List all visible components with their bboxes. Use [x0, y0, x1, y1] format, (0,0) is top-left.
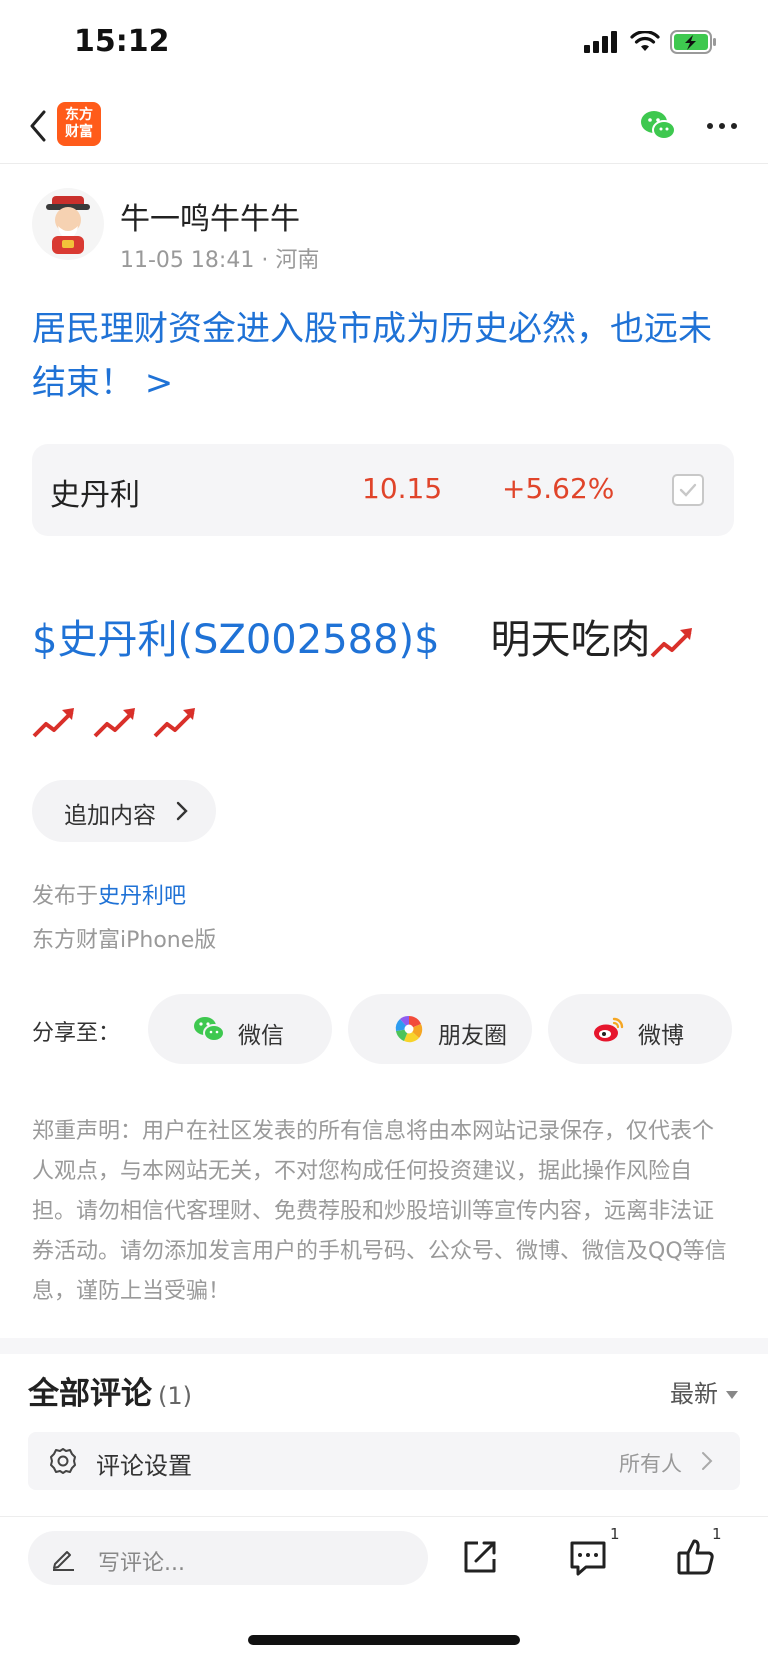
stock-bar-link[interactable]: 史丹利吧 [98, 884, 186, 909]
share-label: 分享至： [32, 1021, 121, 1046]
author-meta: 11-05 18:41 · 河南 [120, 242, 319, 274]
body-text: 明天吃肉 [490, 617, 651, 663]
published-in: 发布于史丹利吧 [32, 878, 186, 910]
wechat-share-icon[interactable] [638, 106, 678, 146]
stock-price: 10.15 [362, 472, 443, 505]
nav-bar: 东方 财富 [0, 88, 768, 164]
bottom-action-bar: 写评论... 1 1 [0, 1516, 768, 1662]
post-body: $史丹利(SZ002588)$ 明天吃肉 [32, 600, 742, 760]
logo-line2: 财富 [65, 124, 93, 140]
author-header: 牛一鸣牛牛牛 11-05 18:41 · 河南 [32, 188, 732, 278]
comments-title: 全部评论 (1) [28, 1368, 192, 1413]
stock-change: +5.62% [502, 472, 615, 505]
pencil-icon [53, 1551, 74, 1571]
share-out-icon[interactable] [458, 1535, 502, 1579]
status-icons [584, 30, 718, 54]
avatar[interactable] [32, 188, 104, 260]
share-moments-button[interactable]: 朋友圈 [348, 994, 532, 1064]
comment-settings-row[interactable]: 评论设置 所有人 [28, 1432, 740, 1490]
chart-increasing-icon [93, 708, 135, 738]
post-title-link[interactable]: 居民理财资金进入股市成为历史必然，也远未结束！ > [32, 302, 742, 410]
check-icon [679, 483, 697, 497]
more-options-icon[interactable] [704, 114, 740, 138]
append-content-label: 追加内容 [64, 803, 156, 829]
chart-increasing-icon [32, 708, 74, 738]
stock-name: 史丹利 [50, 478, 140, 513]
write-comment-input[interactable]: 写评论... [28, 1531, 428, 1585]
share-wechat-button[interactable]: 微信 [148, 994, 332, 1064]
chart-increasing-icon [651, 628, 693, 658]
section-divider [0, 1338, 768, 1354]
sort-label: 最新 [670, 1380, 718, 1408]
client-source: 东方财富iPhone版 [32, 928, 217, 953]
share-moments-label: 朋友圈 [438, 1023, 507, 1049]
comment-settings-value: 所有人 [619, 1452, 682, 1476]
comment-icon[interactable] [566, 1535, 610, 1579]
write-comment-placeholder: 写评论... [98, 1551, 185, 1576]
avatar-image [46, 196, 90, 254]
comment-settings-label: 评论设置 [96, 1452, 192, 1480]
body-spacer [452, 617, 477, 663]
share-wechat-label: 微信 [238, 1023, 284, 1049]
post-datetime: 11-05 18:41 [120, 248, 255, 273]
cellular-signal-icon [584, 31, 617, 53]
status-bar: 15:12 [0, 0, 768, 88]
append-content-button[interactable]: 追加内容 [32, 780, 216, 842]
meta-separator: · [261, 248, 276, 273]
post-location: 河南 [275, 248, 320, 273]
wifi-icon [630, 31, 660, 51]
comment-count-badge: 1 [610, 1525, 620, 1543]
stock-quote-card[interactable]: 史丹利 10.15 +5.62% [32, 444, 734, 536]
back-chevron-icon[interactable] [20, 104, 60, 148]
chevron-right-icon [702, 1452, 713, 1470]
share-weibo-label: 微博 [638, 1023, 684, 1049]
battery-charging-icon [670, 30, 716, 54]
like-count-badge: 1 [712, 1525, 722, 1543]
watchlist-checkbox[interactable] [672, 474, 704, 506]
published-prefix: 发布于 [32, 884, 99, 909]
comments-sort-button[interactable]: 最新 [670, 1374, 738, 1409]
status-time: 15:12 [74, 24, 170, 59]
logo-line1: 东方 [65, 107, 93, 123]
gear-icon [50, 1448, 76, 1474]
eastmoney-logo: 东方 财富 [57, 102, 101, 146]
author-name[interactable]: 牛一鸣牛牛牛 [120, 194, 300, 238]
comments-count: (1) [158, 1382, 192, 1410]
share-weibo-button[interactable]: 微博 [548, 994, 732, 1064]
weibo-icon [594, 1017, 624, 1042]
moments-icon [395, 1015, 423, 1043]
disclaimer-text: 郑重声明：用户在社区发表的所有信息将由本网站记录保存，仅代表个人观点，与本网站无… [32, 1119, 727, 1304]
wechat-icon [194, 1017, 225, 1042]
caret-down-icon [726, 1391, 738, 1399]
chevron-right-icon [176, 801, 188, 821]
chart-increasing-icon [154, 708, 196, 738]
comments-title-label: 全部评论 [28, 1376, 152, 1412]
home-indicator [248, 1635, 520, 1645]
stock-tag-link[interactable]: $史丹利(SZ002588)$ [32, 617, 440, 663]
